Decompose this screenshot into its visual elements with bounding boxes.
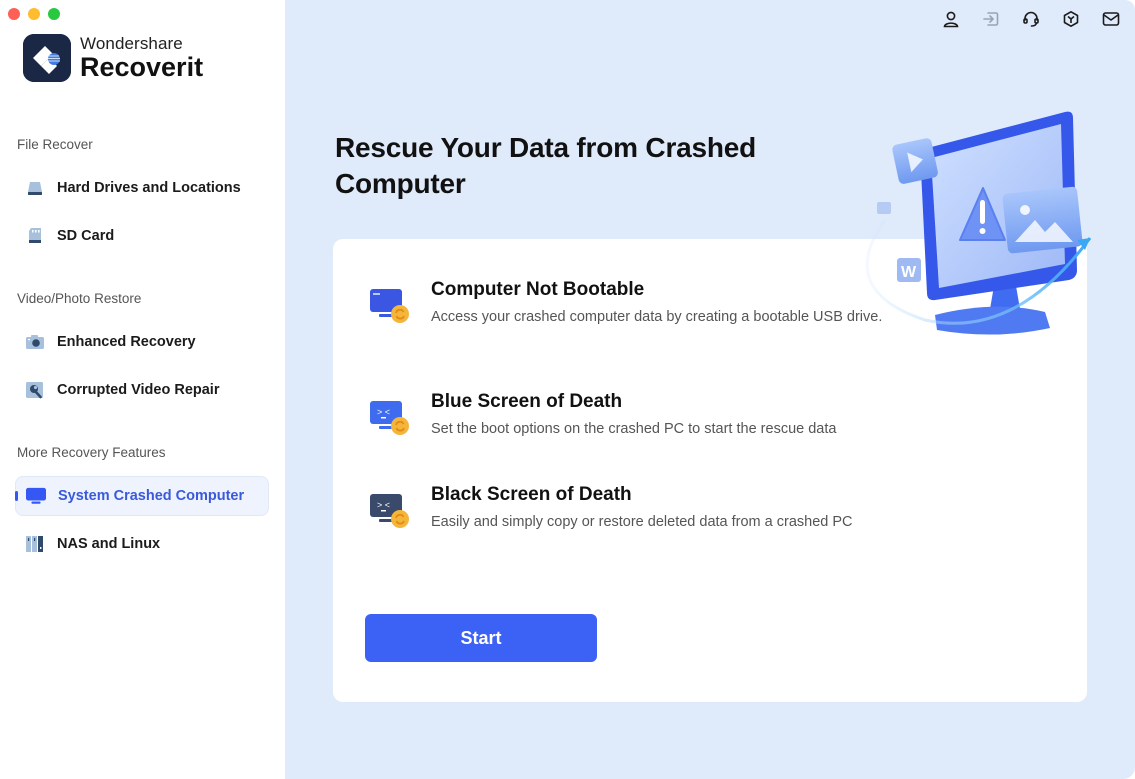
blue-screen-icon: > <: [367, 395, 413, 441]
option-title: Black Screen of Death: [431, 484, 632, 505]
sidebar-item-hard-drives[interactable]: Hard Drives and Locations: [15, 168, 269, 208]
sidebar-item-label: Hard Drives and Locations: [57, 180, 241, 196]
sidebar-item-corrupted-video-repair[interactable]: Corrupted Video Repair: [15, 370, 269, 410]
sidebar-item-enhanced-recovery[interactable]: Enhanced Recovery: [15, 322, 269, 362]
svg-text:> <: > <: [377, 407, 390, 417]
start-button[interactable]: Start: [365, 614, 597, 662]
option-description: Set the boot options on the crashed PC t…: [431, 421, 837, 437]
maximize-window-button[interactable]: [48, 8, 60, 20]
box-icon[interactable]: [1061, 9, 1081, 29]
brand-company: Wondershare: [80, 34, 183, 53]
section-label-video-photo-restore: Video/Photo Restore: [17, 291, 142, 306]
recoverit-logo-icon: [23, 34, 71, 82]
sidebar-item-system-crashed-computer[interactable]: System Crashed Computer: [15, 476, 269, 516]
option-description: Easily and simply copy or restore delete…: [431, 514, 853, 530]
nas-icon: [25, 534, 45, 554]
page-title: Rescue Your Data from Crashed Computer: [335, 132, 757, 199]
wrench-icon: [25, 380, 45, 400]
sidebar-item-label: Corrupted Video Repair: [57, 382, 220, 398]
svg-text:W: W: [901, 264, 917, 281]
option-title: Computer Not Bootable: [431, 279, 645, 300]
user-icon[interactable]: [941, 9, 961, 29]
option-description: Access your crashed computer data by cre…: [431, 309, 883, 325]
sidebar-item-sd-card[interactable]: SD Card: [15, 216, 269, 256]
hard-drive-icon: [25, 178, 45, 198]
brand: Wondershare Recoverit: [23, 34, 203, 82]
minimize-window-button[interactable]: [28, 8, 40, 20]
sidebar-item-label: Enhanced Recovery: [57, 334, 196, 350]
window-controls: [8, 8, 60, 20]
section-label-more-recovery-features: More Recovery Features: [17, 445, 166, 460]
option-title: Blue Screen of Death: [431, 391, 623, 412]
close-window-button[interactable]: [8, 8, 20, 20]
sign-in-icon[interactable]: [981, 9, 1001, 29]
sidebar-item-label: NAS and Linux: [57, 536, 161, 552]
sidebar-item-label: SD Card: [57, 228, 115, 244]
app-window: Wondershare Recoverit File Recover Hard …: [0, 0, 1135, 779]
monitor-icon: [26, 486, 46, 506]
main-panel: Rescue Your Data from Crashed Computer C…: [285, 0, 1135, 779]
toolbar: [941, 9, 1121, 29]
brand-product: Recoverit: [80, 52, 204, 82]
active-indicator: [15, 491, 18, 501]
camera-icon: [25, 332, 45, 352]
sidebar: Wondershare Recoverit File Recover Hard …: [0, 0, 285, 779]
mail-icon[interactable]: [1101, 9, 1121, 29]
monitor-sync-icon: [367, 283, 413, 329]
sidebar-item-label: System Crashed Computer: [58, 488, 245, 504]
black-screen-icon: > <: [367, 488, 413, 534]
headset-icon[interactable]: [1021, 9, 1041, 29]
svg-text:> <: > <: [377, 500, 390, 510]
sidebar-item-nas-and-linux[interactable]: NAS and Linux: [15, 524, 269, 564]
sd-card-icon: [25, 226, 45, 246]
option-blue-screen-of-death[interactable]: > < Blue Screen of Death Set the boot op…: [333, 391, 953, 441]
crashed-computer-illustration: W: [845, 100, 1105, 345]
option-black-screen-of-death[interactable]: > < Black Screen of Death Easily and sim…: [333, 484, 953, 534]
section-label-file-recover: File Recover: [17, 137, 93, 152]
